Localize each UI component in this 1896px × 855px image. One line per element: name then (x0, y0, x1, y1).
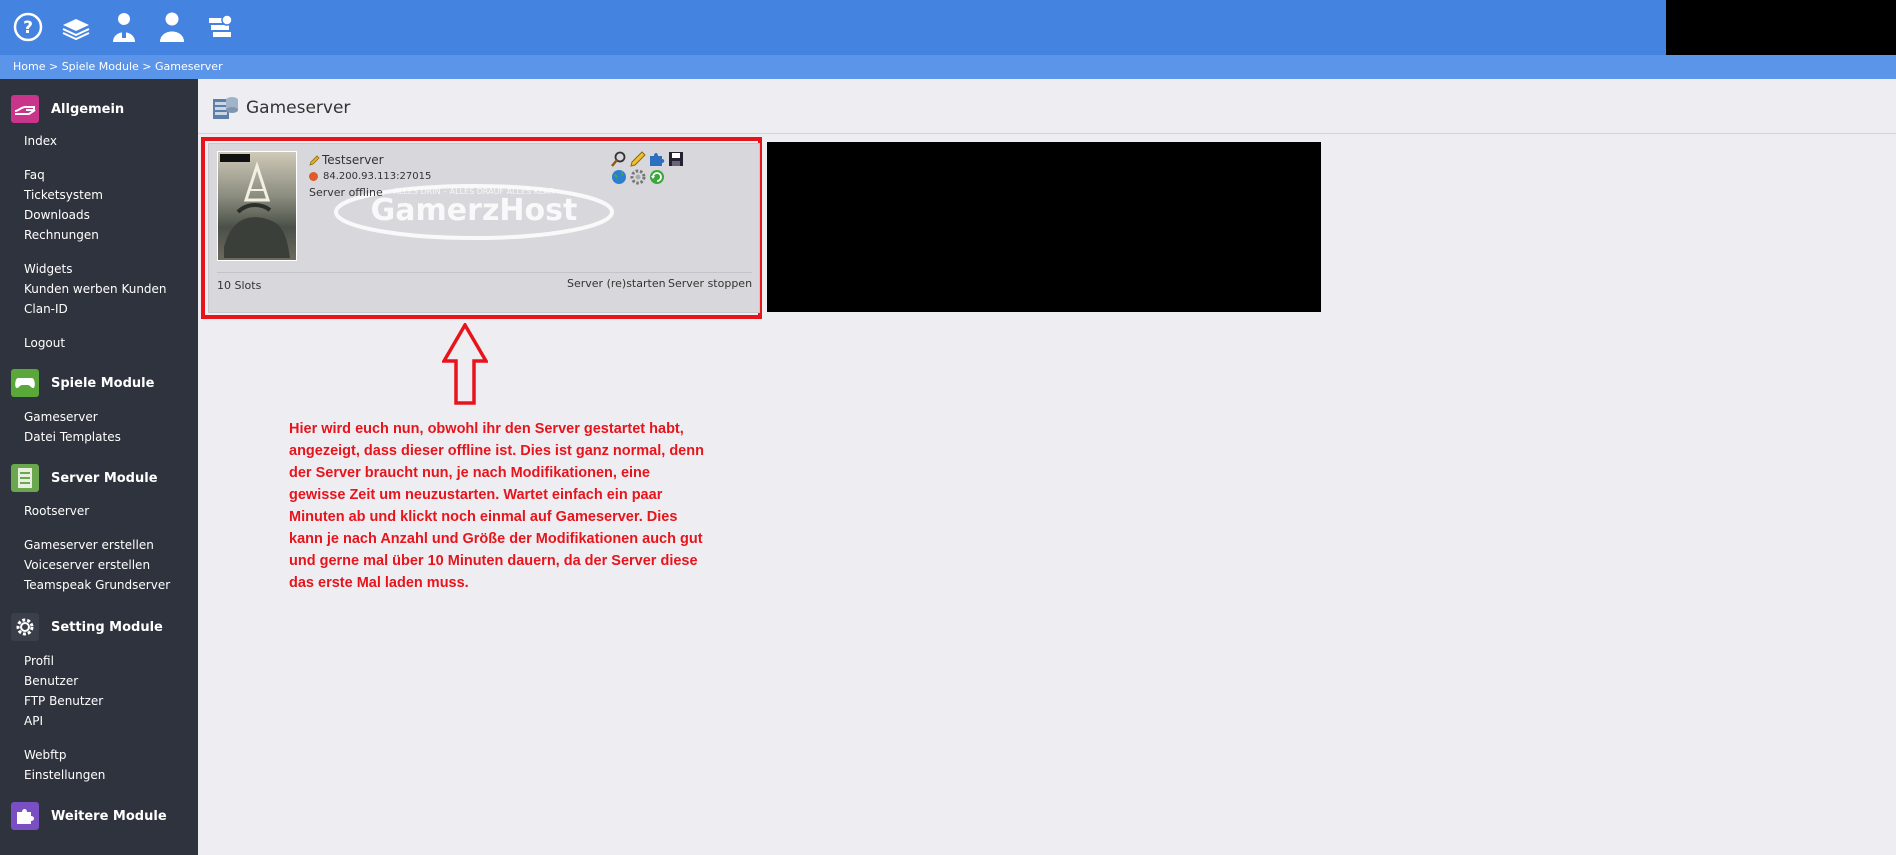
sidebar-item-widgets[interactable]: Widgets (24, 262, 73, 276)
annotation-note: Hier wird euch nun, obwohl ihr den Serve… (289, 421, 704, 591)
sidebar-item-benutzer[interactable]: Benutzer (24, 674, 78, 688)
sidebar-item-faq[interactable]: Faq (24, 168, 45, 182)
server-card: GamerzHost ALLES DRIN – ALLES DRAUF ALLES… (208, 143, 760, 313)
sidebar-item-gameserver[interactable]: Gameserver (24, 410, 98, 424)
stop-server-button[interactable]: Server stoppen (668, 277, 752, 290)
pencil-icon[interactable] (628, 150, 647, 168)
sidebar: Allgemein Index Faq Ticketsystem Downloa… (0, 79, 198, 855)
sidebar-item-clan-id[interactable]: Clan-ID (24, 302, 68, 316)
server-tool-icons (609, 150, 685, 186)
redacted-area (1666, 0, 1896, 55)
book-icon[interactable] (58, 8, 94, 46)
restart-server-button[interactable]: Server (re)starten (567, 277, 666, 290)
sidebar-item-ftp-benutzer[interactable]: FTP Benutzer (24, 694, 103, 708)
sidebar-item-downloads[interactable]: Downloads (24, 208, 90, 222)
refresh-icon[interactable] (647, 168, 666, 186)
sidebar-item-rechnungen[interactable]: Rechnungen (24, 228, 99, 242)
sidebar-item-logout[interactable]: Logout (24, 336, 65, 350)
sidebar-item-api[interactable]: API (24, 714, 43, 728)
globe-icon[interactable] (609, 168, 628, 186)
breadcrumb-current: Gameserver (155, 60, 223, 73)
redacted-panel (767, 142, 1321, 312)
server-icon (11, 464, 39, 492)
slot-count: 10 Slots (217, 279, 262, 292)
puzzle-icon[interactable] (647, 150, 666, 168)
server-name: Testserver (322, 153, 384, 167)
breadcrumb-home[interactable]: Home (13, 60, 45, 73)
page-title: Gameserver (246, 98, 351, 118)
sidebar-section-weitere-module[interactable]: Weitere Module (0, 798, 198, 834)
sidebar-item-einstellungen[interactable]: Einstellungen (24, 768, 105, 782)
game-cover-image (217, 151, 297, 261)
sidebar-item-teamspeak-grundserver[interactable]: Teamspeak Grundserver (24, 578, 170, 592)
admin-icon[interactable] (106, 8, 142, 46)
gear-icon (11, 613, 39, 641)
sidebar-section-spiele-module[interactable]: Spiele Module (0, 365, 198, 401)
user-icon[interactable] (154, 8, 190, 46)
sidebar-section-setting-module[interactable]: Setting Module (0, 609, 198, 645)
sidebar-item-datei-templates[interactable]: Datei Templates (24, 430, 121, 444)
page-header: Gameserver (198, 79, 1896, 134)
sidebar-item-rootserver[interactable]: Rootserver (24, 504, 89, 518)
breadcrumb-spiele-module[interactable]: Spiele Module (62, 60, 139, 73)
gamepad-icon (11, 369, 39, 397)
sidebar-section-server-module[interactable]: Server Module (0, 460, 198, 496)
sidebar-item-index[interactable]: Index (24, 134, 57, 148)
gameserver-icon (213, 97, 238, 119)
search-icon[interactable] (609, 150, 628, 168)
svg-text:GamerzHost: GamerzHost (371, 193, 578, 228)
money-icon[interactable] (202, 8, 238, 46)
status-dot-icon (309, 172, 318, 181)
help-icon[interactable]: ? (10, 8, 46, 46)
sidebar-item-profil[interactable]: Profil (24, 654, 54, 668)
sidebar-item-ticketsystem[interactable]: Ticketsystem (24, 188, 103, 202)
sidebar-item-voiceserver-erstellen[interactable]: Voiceserver erstellen (24, 558, 150, 572)
edit-name-icon[interactable] (309, 155, 320, 166)
server-status: Server offline (309, 186, 383, 199)
server-address: 84.200.93.113:27015 (323, 171, 432, 182)
svg-text:?: ? (23, 18, 33, 38)
svg-text:ALLES DRIN – ALLES DRAUF ALLE: ALLES DRIN – ALLES DRAUF ALLES KLAR (393, 187, 555, 196)
save-icon[interactable] (666, 150, 685, 168)
hand-icon (11, 95, 39, 123)
top-bar: ? (0, 0, 1896, 55)
settings-gear-icon[interactable] (628, 168, 647, 186)
sidebar-item-webftp[interactable]: Webftp (24, 748, 67, 762)
sidebar-item-gameserver-erstellen[interactable]: Gameserver erstellen (24, 538, 154, 552)
up-arrow-annotation (442, 323, 488, 405)
sidebar-section-allgemein[interactable]: Allgemein (0, 91, 198, 127)
sidebar-item-kunden-werben-kunden[interactable]: Kunden werben Kunden (24, 282, 167, 296)
puzzle-icon (11, 802, 39, 830)
breadcrumb: Home > Spiele Module > Gameserver (0, 55, 1896, 79)
